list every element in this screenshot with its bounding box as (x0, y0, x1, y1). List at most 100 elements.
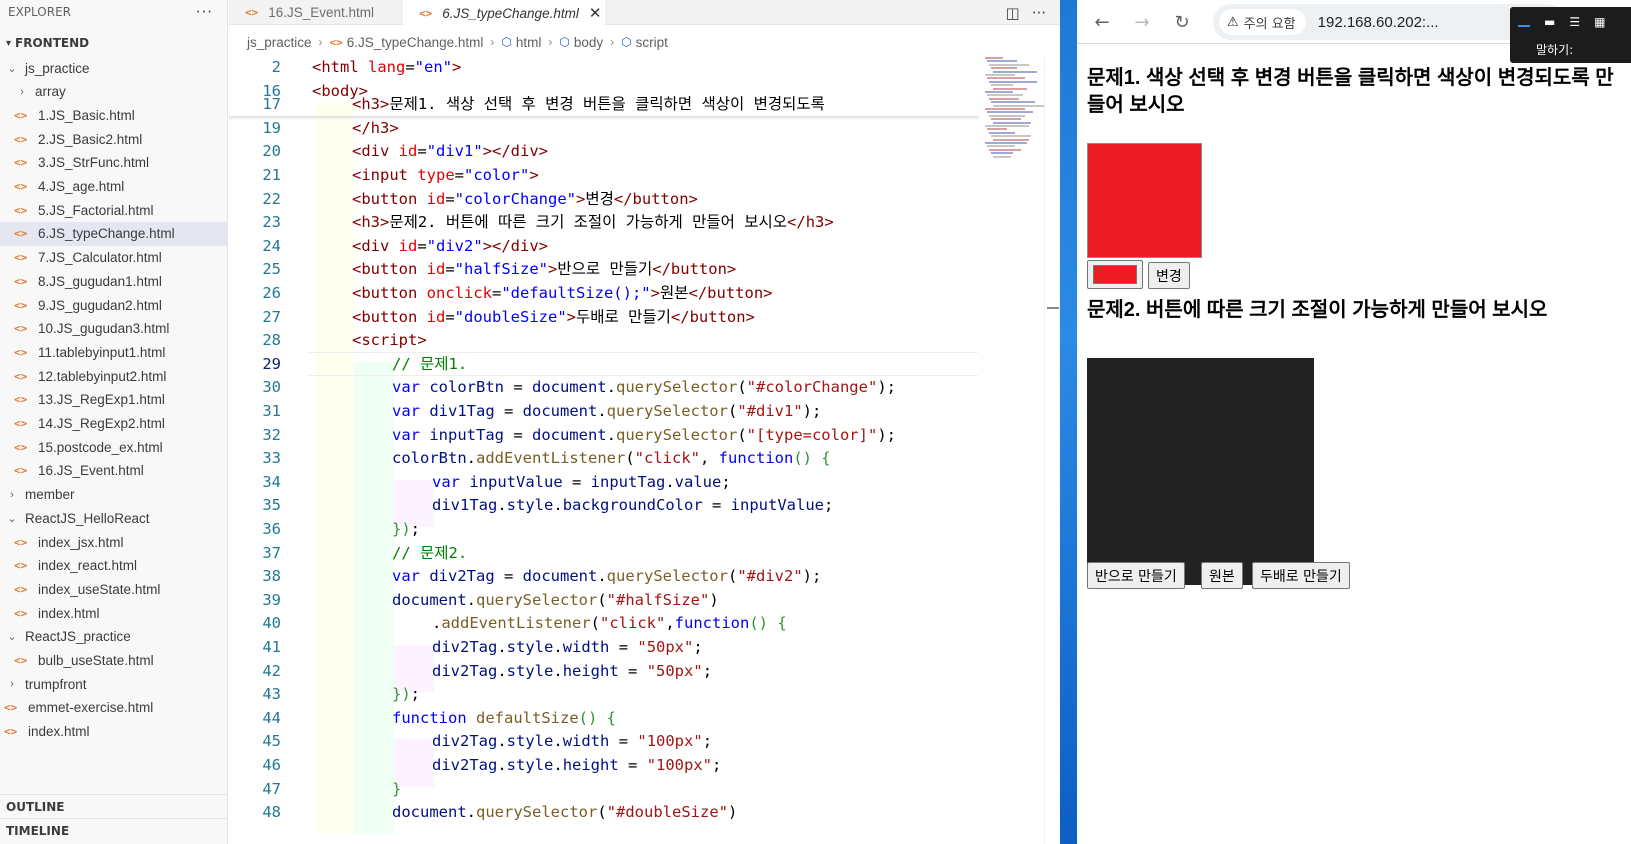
tree-file-item[interactable]: <> index_react.html (0, 554, 227, 578)
breadcrumb-item[interactable]: 6.JS_typeChange.html (347, 35, 484, 50)
code-line[interactable]: 26 <button onclick="defaultSize();">원본</b… (229, 281, 979, 305)
code-line[interactable]: 27 <button id="doubleSize">두배로 만들기</butto… (229, 305, 979, 329)
code-line[interactable]: 33 colorBtn.addEventListener("click", fun… (229, 446, 979, 470)
code-line[interactable]: 46 div2Tag.style.height = "100px"; (229, 753, 979, 777)
more-actions-icon[interactable]: ··· (1032, 4, 1046, 22)
code-line[interactable]: 21 <input type="color"> (229, 163, 979, 187)
code-line[interactable]: 22 <button id="colorChange">변경</button> (229, 187, 979, 211)
close-icon[interactable]: ✕ (589, 4, 602, 22)
tree-file-item[interactable]: <> 7.JS_Calculator.html (0, 246, 227, 270)
tree-folder-item[interactable]: › trumpfront (0, 672, 227, 696)
code-line[interactable]: 40 .addEventListener("click",function() { (229, 611, 979, 635)
split-editor-icon[interactable]: ◫ (1006, 4, 1020, 22)
code-line[interactable]: 37 // 문제2. (229, 541, 979, 565)
tree-file-item[interactable]: <> index_jsx.html (0, 530, 227, 554)
tree-file-item[interactable]: <> 5.JS_Factorial.html (0, 198, 227, 222)
tree-file-item[interactable]: <> index.html (0, 720, 227, 744)
code-token: defaultSize (476, 708, 579, 727)
tree-folder-item[interactable]: ⌄ ReactJS_practice (0, 625, 227, 649)
code-token: ) (709, 590, 719, 609)
code-line[interactable]: 32 var inputTag = document.querySelector(… (229, 423, 979, 447)
code-line[interactable]: 42 div2Tag.style.height = "50px"; (229, 659, 979, 683)
tree-file-item[interactable]: <> bulb_useState.html (0, 649, 227, 673)
tree-file-item[interactable]: <> index_useState.html (0, 577, 227, 601)
breadcrumb-item[interactable]: html (516, 35, 542, 50)
tree-folder-item[interactable]: ⌄ js_practice (0, 56, 227, 80)
code-line[interactable]: 17 <h3>문제1. 색상 선택 후 변경 버튼을 클릭하면 색상이 변경되도록 (229, 92, 979, 116)
forward-arrow-icon[interactable]: → (1127, 7, 1157, 37)
code-token: 문제1. 색상 선택 후 변경 버튼을 클릭하면 색상이 변경되도록 (389, 95, 825, 114)
tree-file-item[interactable]: <> emmet-exercise.html (0, 696, 227, 720)
code-line[interactable]: 29 // 문제1. (229, 351, 979, 376)
default-size-button[interactable]: 원본 (1201, 562, 1243, 589)
tab-16-js-event[interactable]: <> 16.JS_Event.html (229, 0, 401, 25)
breadcrumb-item[interactable]: body (574, 35, 603, 50)
tree-file-item[interactable]: <> 14.JS_RegExp2.html (0, 412, 227, 436)
timeline-section[interactable]: TIMELINE (0, 818, 227, 842)
tree-file-item[interactable]: <> 15.postcode_ex.html (0, 435, 227, 459)
tree-file-item[interactable]: <> 2.JS_Basic2.html (0, 127, 227, 151)
security-warning-chip[interactable]: ⚠ 주의 요함 (1219, 9, 1306, 35)
code-area[interactable]: 2 <html lang="en"> 16 <body> 17 <h3>문제1. 색상 선… (229, 55, 979, 844)
tree-folder-item[interactable]: › member (0, 483, 227, 507)
code-token: () { (578, 708, 616, 727)
breadcrumb-item[interactable]: script (636, 35, 668, 50)
code-line[interactable]: 45 div2Tag.style.width = "100px"; (229, 729, 979, 753)
code-line[interactable]: 48 document.querySelector("#doubleSize") (229, 800, 979, 824)
code-token: inputValue (730, 496, 824, 515)
minimap-line (993, 121, 1031, 124)
code-line[interactable]: 41 div2Tag.style.width = "50px"; (229, 635, 979, 659)
tree-folder-item[interactable]: › array (0, 80, 227, 104)
more-actions-icon[interactable]: ··· (196, 3, 219, 21)
tree-folder-item[interactable]: ⌄ ReactJS_HelloReact (0, 506, 227, 530)
code-line[interactable]: 34 var inputValue = inputTag.value; (229, 470, 979, 494)
double-size-button[interactable]: 두배로 만들기 (1252, 562, 1350, 589)
code-line[interactable]: 38 var div2Tag = document.querySelector("… (229, 564, 979, 588)
tree-file-item[interactable]: <> 1.JS_Basic.html (0, 103, 227, 127)
workspace-root[interactable]: ▾ FRONTEND (0, 31, 227, 55)
code-line[interactable]: 24 <div id="div2"></div> (229, 234, 979, 258)
code-line[interactable]: 44 function defaultSize() { (229, 706, 979, 730)
code-text: <h3>문제2. 버튼에 따른 크기 조절이 가능하게 만들어 보시오</h3> (352, 210, 834, 234)
tree-file-item[interactable]: <> 8.JS_gugudan1.html (0, 269, 227, 293)
tree-file-item[interactable]: <> 9.JS_gugudan2.html (0, 293, 227, 317)
half-size-button[interactable]: 반으로 만들기 (1087, 562, 1185, 589)
back-arrow-icon[interactable]: ← (1087, 7, 1117, 37)
code-line[interactable]: 36}); (229, 517, 979, 541)
code-line[interactable]: 23 <h3>문제2. 버튼에 따른 크기 조절이 가능하게 만들어 보시오</h… (229, 210, 979, 234)
tree-file-item[interactable]: <> 11.tablebyinput1.html (0, 340, 227, 364)
tree-file-item[interactable]: <> 16.JS_Event.html (0, 459, 227, 483)
code-line[interactable]: 2 <html lang="en"> (229, 55, 979, 79)
layout-icon[interactable]: ☰ (1569, 15, 1580, 29)
minimize-icon[interactable] (1518, 25, 1530, 27)
code-line[interactable]: 20 <div id="div1"></div> (229, 139, 979, 163)
breadcrumb-item[interactable]: js_practice (247, 35, 312, 50)
url-text[interactable]: 192.168.60.202:... (1318, 14, 1439, 31)
code-line[interactable]: 31 var div1Tag = document.querySelector("… (229, 399, 979, 423)
tree-file-item[interactable]: <> 12.tablebyinput2.html (0, 364, 227, 388)
code-line[interactable]: 47} (229, 777, 979, 801)
window-icon[interactable]: ▬ (1544, 15, 1555, 29)
code-line[interactable]: 39 document.querySelector("#halfSize") (229, 588, 979, 612)
outline-section[interactable]: OUTLINE (0, 794, 227, 818)
tab-6-js-typechange[interactable]: <> 6.JS_typeChange.html ✕ (403, 0, 605, 26)
vertical-scrollbar[interactable] (1044, 55, 1058, 844)
code-line[interactable]: 25 <button id="halfSize">반으로 만들기</button> (229, 257, 979, 281)
color-picker-input[interactable] (1087, 260, 1143, 289)
tree-item-label: 11.tablebyinput1.html (38, 344, 166, 360)
code-line[interactable]: 43}); (229, 682, 979, 706)
code-line[interactable]: 35 div1Tag.style.backgroundColor = inputV… (229, 493, 979, 517)
tree-file-item[interactable]: <> 13.JS_RegExp1.html (0, 388, 227, 412)
reload-icon[interactable]: ↻ (1167, 7, 1197, 37)
tree-file-item[interactable]: <> 6.JS_typeChange.html (0, 221, 227, 246)
code-line[interactable]: 30 var colorBtn = document.querySelector(… (229, 375, 979, 399)
tree-file-item[interactable]: <> index.html (0, 601, 227, 625)
change-color-button[interactable]: 변경 (1148, 262, 1190, 289)
minimap[interactable] (981, 55, 1045, 165)
code-token: = (445, 260, 455, 279)
tree-file-item[interactable]: <> 3.JS_StrFunc.html (0, 151, 227, 175)
tree-file-item[interactable]: <> 10.JS_gugudan3.html (0, 317, 227, 341)
code-line[interactable]: 28 <script> (229, 328, 979, 352)
tree-file-item[interactable]: <> 4.JS_age.html (0, 175, 227, 199)
grid-icon[interactable]: ▦ (1594, 15, 1605, 29)
